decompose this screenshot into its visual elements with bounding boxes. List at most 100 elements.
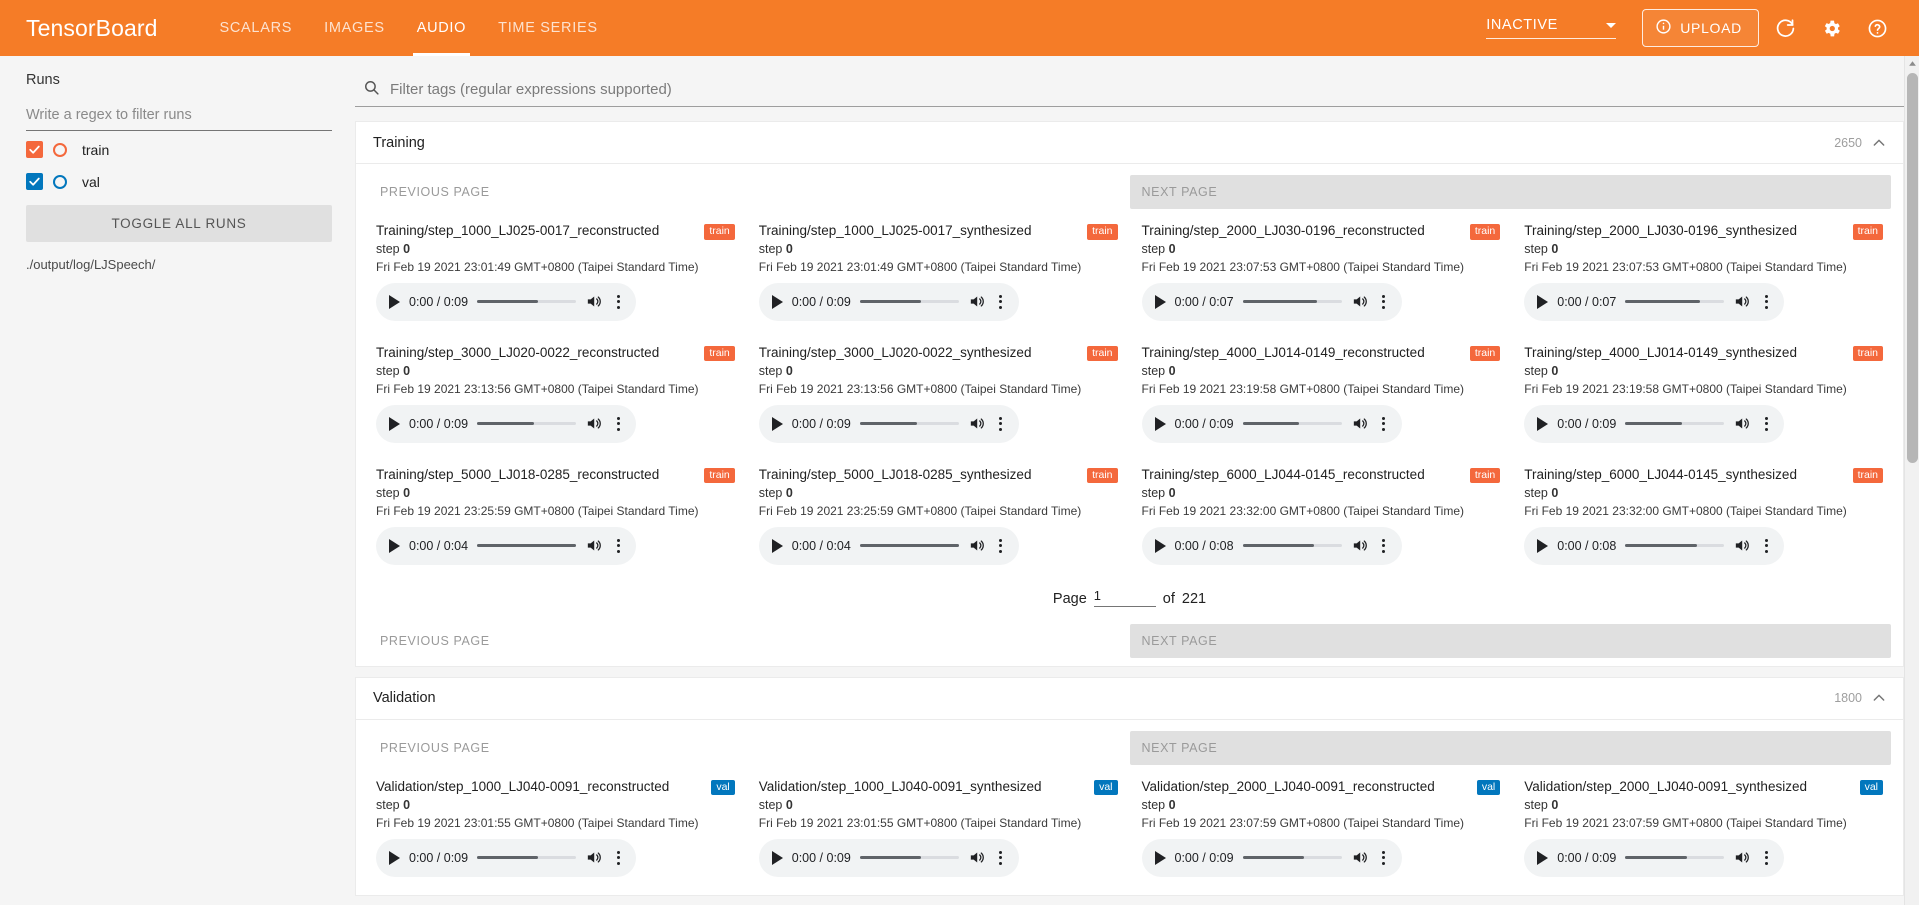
reload-status-select[interactable]: INACTIVE	[1486, 17, 1616, 39]
play-icon[interactable]	[389, 417, 400, 431]
volume-icon[interactable]	[968, 415, 985, 432]
page-body: Runs train val TOGGLE ALL RUNS ./output/…	[0, 56, 1919, 905]
audio-seek-slider[interactable]	[477, 422, 576, 425]
scroll-up-arrow-icon[interactable]	[1905, 56, 1919, 71]
more-options-icon[interactable]	[611, 417, 625, 431]
audio-seek-slider[interactable]	[1625, 300, 1724, 303]
volume-icon[interactable]	[585, 537, 602, 554]
more-options-icon[interactable]	[994, 851, 1008, 865]
scrollbar-thumb[interactable]	[1907, 73, 1918, 463]
run-item-val[interactable]: val	[26, 168, 332, 195]
more-options-icon[interactable]	[1377, 851, 1391, 865]
help-icon[interactable]	[1857, 8, 1897, 48]
volume-icon[interactable]	[1351, 415, 1368, 432]
volume-icon[interactable]	[1733, 537, 1750, 554]
next-page-button-bottom-training[interactable]: NEXT PAGE	[1130, 624, 1892, 658]
audio-seek-slider[interactable]	[1243, 422, 1342, 425]
tag-filter-input[interactable]	[390, 81, 1894, 98]
run-tag-badge: train	[1087, 346, 1117, 362]
volume-icon[interactable]	[1733, 849, 1750, 866]
upload-button[interactable]: UPLOAD	[1642, 9, 1759, 47]
volume-icon[interactable]	[1733, 415, 1750, 432]
play-icon[interactable]	[1155, 539, 1166, 553]
audio-seek-slider[interactable]	[477, 544, 576, 547]
audio-card-grid-training: Training/step_1000_LJ025-0017_reconstruc…	[356, 209, 1903, 575]
next-page-button-top-validation[interactable]: NEXT PAGE	[1130, 731, 1892, 765]
previous-page-button-bottom-training[interactable]: PREVIOUS PAGE	[368, 624, 1130, 658]
play-icon[interactable]	[772, 539, 783, 553]
more-options-icon[interactable]	[1759, 851, 1773, 865]
more-options-icon[interactable]	[1377, 417, 1391, 431]
audio-seek-slider[interactable]	[1625, 856, 1724, 859]
more-options-icon[interactable]	[611, 295, 625, 309]
tab-images[interactable]: IMAGES	[308, 0, 401, 56]
volume-icon[interactable]	[585, 293, 602, 310]
audio-seek-slider[interactable]	[1243, 544, 1342, 547]
volume-icon[interactable]	[968, 537, 985, 554]
tab-audio[interactable]: AUDIO	[401, 0, 482, 56]
more-options-icon[interactable]	[994, 295, 1008, 309]
more-options-icon[interactable]	[1759, 539, 1773, 553]
play-icon[interactable]	[1155, 851, 1166, 865]
more-options-icon[interactable]	[1377, 539, 1391, 553]
play-icon[interactable]	[772, 417, 783, 431]
play-icon[interactable]	[389, 295, 400, 309]
run-checkbox-train[interactable]	[26, 141, 43, 158]
run-color-swatch-train[interactable]	[53, 143, 67, 157]
chevron-up-icon[interactable]	[1871, 135, 1887, 151]
previous-page-button-top-validation[interactable]: PREVIOUS PAGE	[368, 731, 1130, 765]
more-options-icon[interactable]	[994, 417, 1008, 431]
play-icon[interactable]	[1155, 417, 1166, 431]
category-header-validation[interactable]: Validation 1800	[355, 677, 1904, 719]
volume-icon[interactable]	[1351, 849, 1368, 866]
volume-icon[interactable]	[968, 849, 985, 866]
play-icon[interactable]	[1537, 295, 1548, 309]
audio-seek-slider[interactable]	[860, 544, 959, 547]
run-checkbox-val[interactable]	[26, 173, 43, 190]
previous-page-button-top-training[interactable]: PREVIOUS PAGE	[368, 175, 1130, 209]
audio-seek-slider[interactable]	[860, 300, 959, 303]
next-page-button-top-training[interactable]: NEXT PAGE	[1130, 175, 1892, 209]
play-icon[interactable]	[1155, 295, 1166, 309]
category-header-training[interactable]: Training 2650	[355, 121, 1904, 163]
more-options-icon[interactable]	[994, 539, 1008, 553]
play-icon[interactable]	[772, 295, 783, 309]
audio-seek-slider[interactable]	[1243, 300, 1342, 303]
chevron-up-icon[interactable]	[1871, 690, 1887, 706]
audio-seek-slider[interactable]	[477, 856, 576, 859]
refresh-icon[interactable]	[1765, 8, 1805, 48]
audio-seek-slider[interactable]	[1625, 544, 1724, 547]
play-icon[interactable]	[1537, 417, 1548, 431]
volume-icon[interactable]	[968, 293, 985, 310]
play-icon[interactable]	[389, 539, 400, 553]
volume-icon[interactable]	[1733, 293, 1750, 310]
volume-icon[interactable]	[585, 415, 602, 432]
gear-icon[interactable]	[1811, 8, 1851, 48]
audio-seek-slider[interactable]	[1625, 422, 1724, 425]
more-options-icon[interactable]	[611, 539, 625, 553]
audio-seek-slider[interactable]	[860, 422, 959, 425]
runs-regex-input[interactable]	[26, 105, 332, 131]
more-options-icon[interactable]	[1377, 295, 1391, 309]
volume-icon[interactable]	[1351, 293, 1368, 310]
run-color-swatch-val[interactable]	[53, 175, 67, 189]
toggle-all-runs-button[interactable]: TOGGLE ALL RUNS	[26, 205, 332, 242]
play-icon[interactable]	[772, 851, 783, 865]
audio-player: 0:00 / 0:07	[1524, 283, 1784, 321]
play-icon[interactable]	[1537, 539, 1548, 553]
page-scrollbar[interactable]	[1904, 56, 1919, 905]
more-options-icon[interactable]	[611, 851, 625, 865]
volume-icon[interactable]	[585, 849, 602, 866]
play-icon[interactable]	[1537, 851, 1548, 865]
audio-seek-slider[interactable]	[477, 300, 576, 303]
play-icon[interactable]	[389, 851, 400, 865]
audio-seek-slider[interactable]	[860, 856, 959, 859]
run-item-train[interactable]: train	[26, 136, 332, 163]
volume-icon[interactable]	[1351, 537, 1368, 554]
tab-scalars[interactable]: SCALARS	[204, 0, 309, 56]
more-options-icon[interactable]	[1759, 417, 1773, 431]
more-options-icon[interactable]	[1759, 295, 1773, 309]
audio-seek-slider[interactable]	[1243, 856, 1342, 859]
page-number-input-training[interactable]	[1094, 588, 1156, 607]
tab-time-series[interactable]: TIME SERIES	[482, 0, 614, 56]
